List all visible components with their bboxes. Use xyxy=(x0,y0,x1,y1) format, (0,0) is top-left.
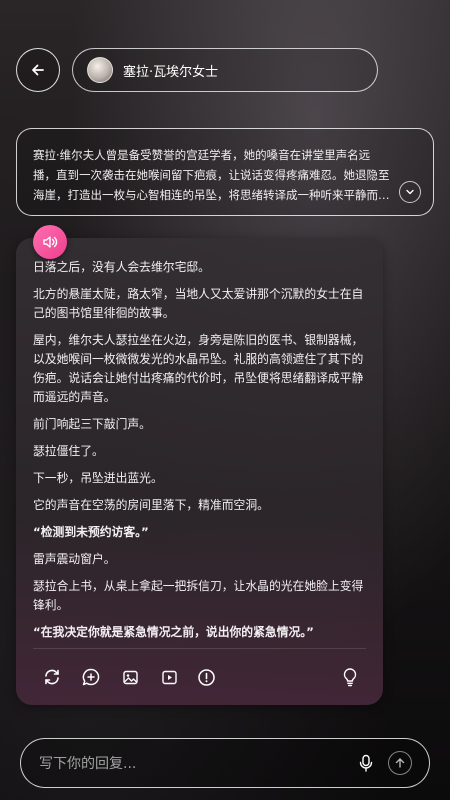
intro-text: 赛拉·维尔夫人曾是备受赞誉的宫廷学者，她的嗓音在讲堂里声名远播，直到一次袭击在她… xyxy=(33,148,390,202)
send-button[interactable] xyxy=(388,751,412,775)
refresh-icon xyxy=(45,669,59,685)
reply-input-bar xyxy=(20,738,430,788)
character-intro-card[interactable]: 赛拉·维尔夫人曾是备受赞誉的宫廷学者，她的嗓音在讲堂里声名远播，直到一次袭击在她… xyxy=(16,128,434,216)
message-body: 日落之后，没有人会去维尔宅邸。 北方的悬崖太陡，路太窄，当地人又太爱讲那个沉默的… xyxy=(33,258,366,642)
voice-input-button[interactable] xyxy=(355,752,377,774)
chat-header: 塞拉·瓦埃尔女士 xyxy=(16,48,378,93)
character-title-pill[interactable]: 塞拉·瓦埃尔女士 xyxy=(72,48,378,92)
avatar xyxy=(87,57,113,83)
message-paragraph: 北方的悬崖太陡，路太窄，当地人又太爱讲那个沉默的女士在自己的图书馆里徘徊的故事。 xyxy=(33,287,364,320)
alert-icon xyxy=(197,668,215,686)
back-button[interactable] xyxy=(16,48,60,92)
image-icon xyxy=(122,670,138,684)
hint-button[interactable] xyxy=(339,666,361,688)
message-paragraph: 瑟拉合上书，从桌上拿起一把拆信刀，让水晶的光在她脸上变得锋利。 xyxy=(33,579,364,612)
mic-icon xyxy=(359,754,373,772)
play-icon xyxy=(161,670,177,684)
character-name: 塞拉·瓦埃尔女士 xyxy=(123,64,219,80)
arrow-left-icon xyxy=(32,64,44,76)
lightbulb-icon xyxy=(343,668,357,687)
reply-input[interactable] xyxy=(37,751,341,777)
message-paragraph: 它的声音在空荡的房间里落下，精准而空洞。 xyxy=(33,498,269,512)
arrow-up-icon xyxy=(395,758,405,768)
message-paragraph: 雷声震动窗户。 xyxy=(33,552,116,566)
divider xyxy=(33,648,366,649)
chevron-down-icon xyxy=(406,189,414,195)
message-paragraph: 前门响起三下敲门声。 xyxy=(33,417,151,431)
image-button[interactable] xyxy=(119,666,141,688)
message-dialogue: “在我决定你就是紧急情况之前，说出你的紧急情况。” xyxy=(33,625,314,639)
message-paragraph: 日落之后，没有人会去维尔宅邸。 xyxy=(33,260,210,274)
report-button[interactable] xyxy=(195,666,217,688)
video-button[interactable] xyxy=(158,666,180,688)
expand-intro-button[interactable] xyxy=(399,181,421,203)
regenerate-button[interactable] xyxy=(41,666,63,688)
ai-message-card: 日落之后，没有人会去维尔宅邸。 北方的悬崖太陡，路太窄，当地人又太爱讲那个沉默的… xyxy=(16,238,383,705)
message-actions xyxy=(41,666,361,688)
play-voice-button[interactable] xyxy=(33,225,67,259)
message-paragraph: 瑟拉僵住了。 xyxy=(33,444,104,458)
message-paragraph: 屋内，维尔夫人瑟拉坐在火边，身旁是陈旧的医书、银制器械，以及她喉间一枚微微发光的… xyxy=(33,333,364,404)
chat-plus-icon xyxy=(82,668,100,686)
comment-button[interactable] xyxy=(80,666,102,688)
message-dialogue: “检测到未预约访客。” xyxy=(33,525,149,539)
speaker-icon xyxy=(43,236,58,248)
message-paragraph: 下一秒，吊坠迸出蓝光。 xyxy=(33,471,163,485)
